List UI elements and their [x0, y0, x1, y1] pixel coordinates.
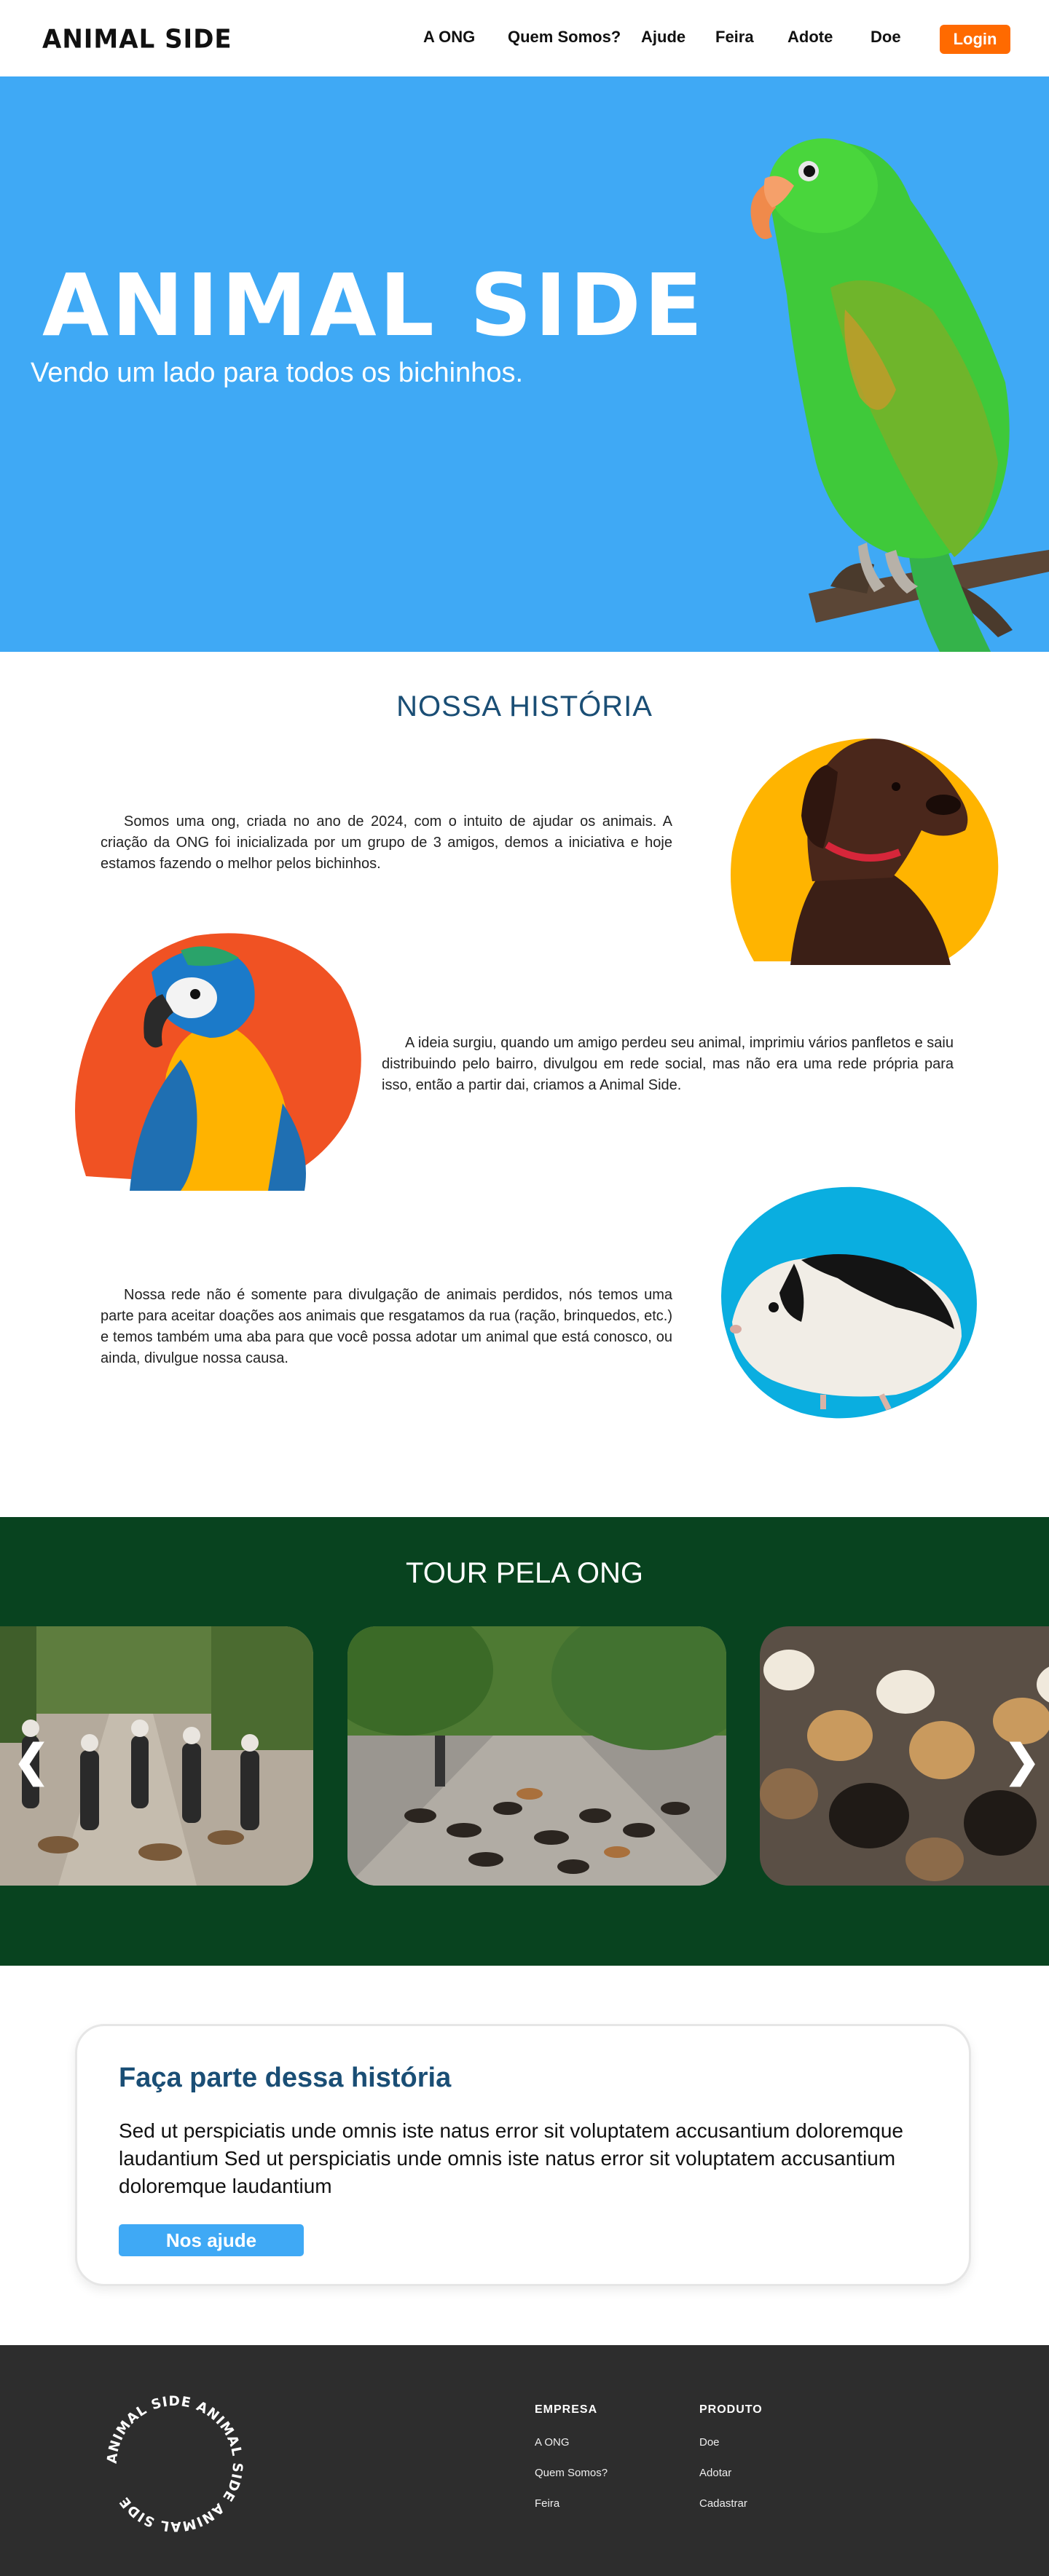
cta-title: Faça parte dessa história	[119, 2063, 452, 2093]
site-header: ANIMAL SIDE A ONG Quem Somos? Ajude Feir…	[0, 0, 1049, 76]
guinea-pig-image	[721, 1186, 977, 1419]
tour-photo-2[interactable]	[347, 1626, 726, 1886]
cta-text: Sed ut perspiciatis unde omnis iste natu…	[119, 2119, 903, 2197]
cta-card: Faça parte dessa história Sed ut perspic…	[75, 2024, 971, 2286]
chevron-left-icon[interactable]: ❮	[13, 1739, 50, 1783]
history-title: NOSSA HISTÓRIA	[396, 690, 653, 722]
history-paragraph-1: Somos uma ong, criada no ano de 2024, co…	[101, 814, 672, 872]
footer-link-cadastrar[interactable]: Cadastrar	[699, 2497, 747, 2510]
nav-feira[interactable]: Feira	[715, 28, 754, 47]
nav-ajude[interactable]: Ajude	[641, 28, 685, 47]
footer-produto-title: PRODUTO	[699, 2403, 763, 2416]
hero-subtitle: Vendo um lado para todos os bichinhos.	[31, 358, 524, 388]
tour-title: TOUR PELA ONG	[405, 1557, 643, 1589]
dog-image	[731, 738, 999, 965]
login-button[interactable]: Login	[940, 25, 1010, 54]
chevron-right-icon[interactable]: ❯	[1004, 1739, 1040, 1783]
macaw-image	[75, 933, 361, 1191]
help-button[interactable]: Nos ajude	[119, 2224, 304, 2256]
hero-section: ANIMAL SIDE Vendo um lado para todos os …	[0, 76, 1049, 652]
hero-title: ANIMAL SIDE	[42, 255, 706, 355]
parrot-image	[750, 138, 1049, 652]
nav-adote[interactable]: Adote	[787, 28, 833, 47]
footer-link-feira[interactable]: Feira	[535, 2497, 559, 2510]
history-paragraph-2: A ideia surgiu, quando um amigo perdeu s…	[382, 1035, 954, 1093]
footer-link-doe[interactable]: Doe	[699, 2436, 720, 2449]
footer-link-quem-somos[interactable]: Quem Somos?	[535, 2467, 608, 2479]
circular-logo: ANIMAL SIDE ANIMAL SIDE ANIMAL SIDE	[105, 2394, 245, 2534]
svg-text:ANIMAL SIDE ANIMAL SIDE ANIMAL: ANIMAL SIDE ANIMAL SIDE ANIMAL SIDE	[105, 2394, 245, 2534]
footer-link-a-ong[interactable]: A ONG	[535, 2436, 570, 2449]
logo[interactable]: ANIMAL SIDE	[42, 24, 232, 55]
circle-text: ANIMAL SIDE ANIMAL SIDE ANIMAL SIDE	[105, 2394, 245, 2534]
page: ANIMAL SIDE A ONG Quem Somos? Ajude Feir…	[0, 0, 1049, 2576]
footer-link-adotar[interactable]: Adotar	[699, 2467, 731, 2479]
nav-quem-somos[interactable]: Quem Somos?	[508, 28, 621, 47]
nav-doe[interactable]: Doe	[871, 28, 901, 47]
history-paragraph-3: Nossa rede não é somente para divulgação…	[101, 1287, 672, 1366]
footer-empresa-title: EMPRESA	[535, 2403, 598, 2416]
site-footer: ANIMAL SIDE ANIMAL SIDE ANIMAL SIDE EMPR…	[0, 2345, 1049, 2576]
nav-a-ong[interactable]: A ONG	[423, 28, 475, 47]
tour-section: TOUR PELA ONG ❮ ❯	[0, 1517, 1049, 1966]
